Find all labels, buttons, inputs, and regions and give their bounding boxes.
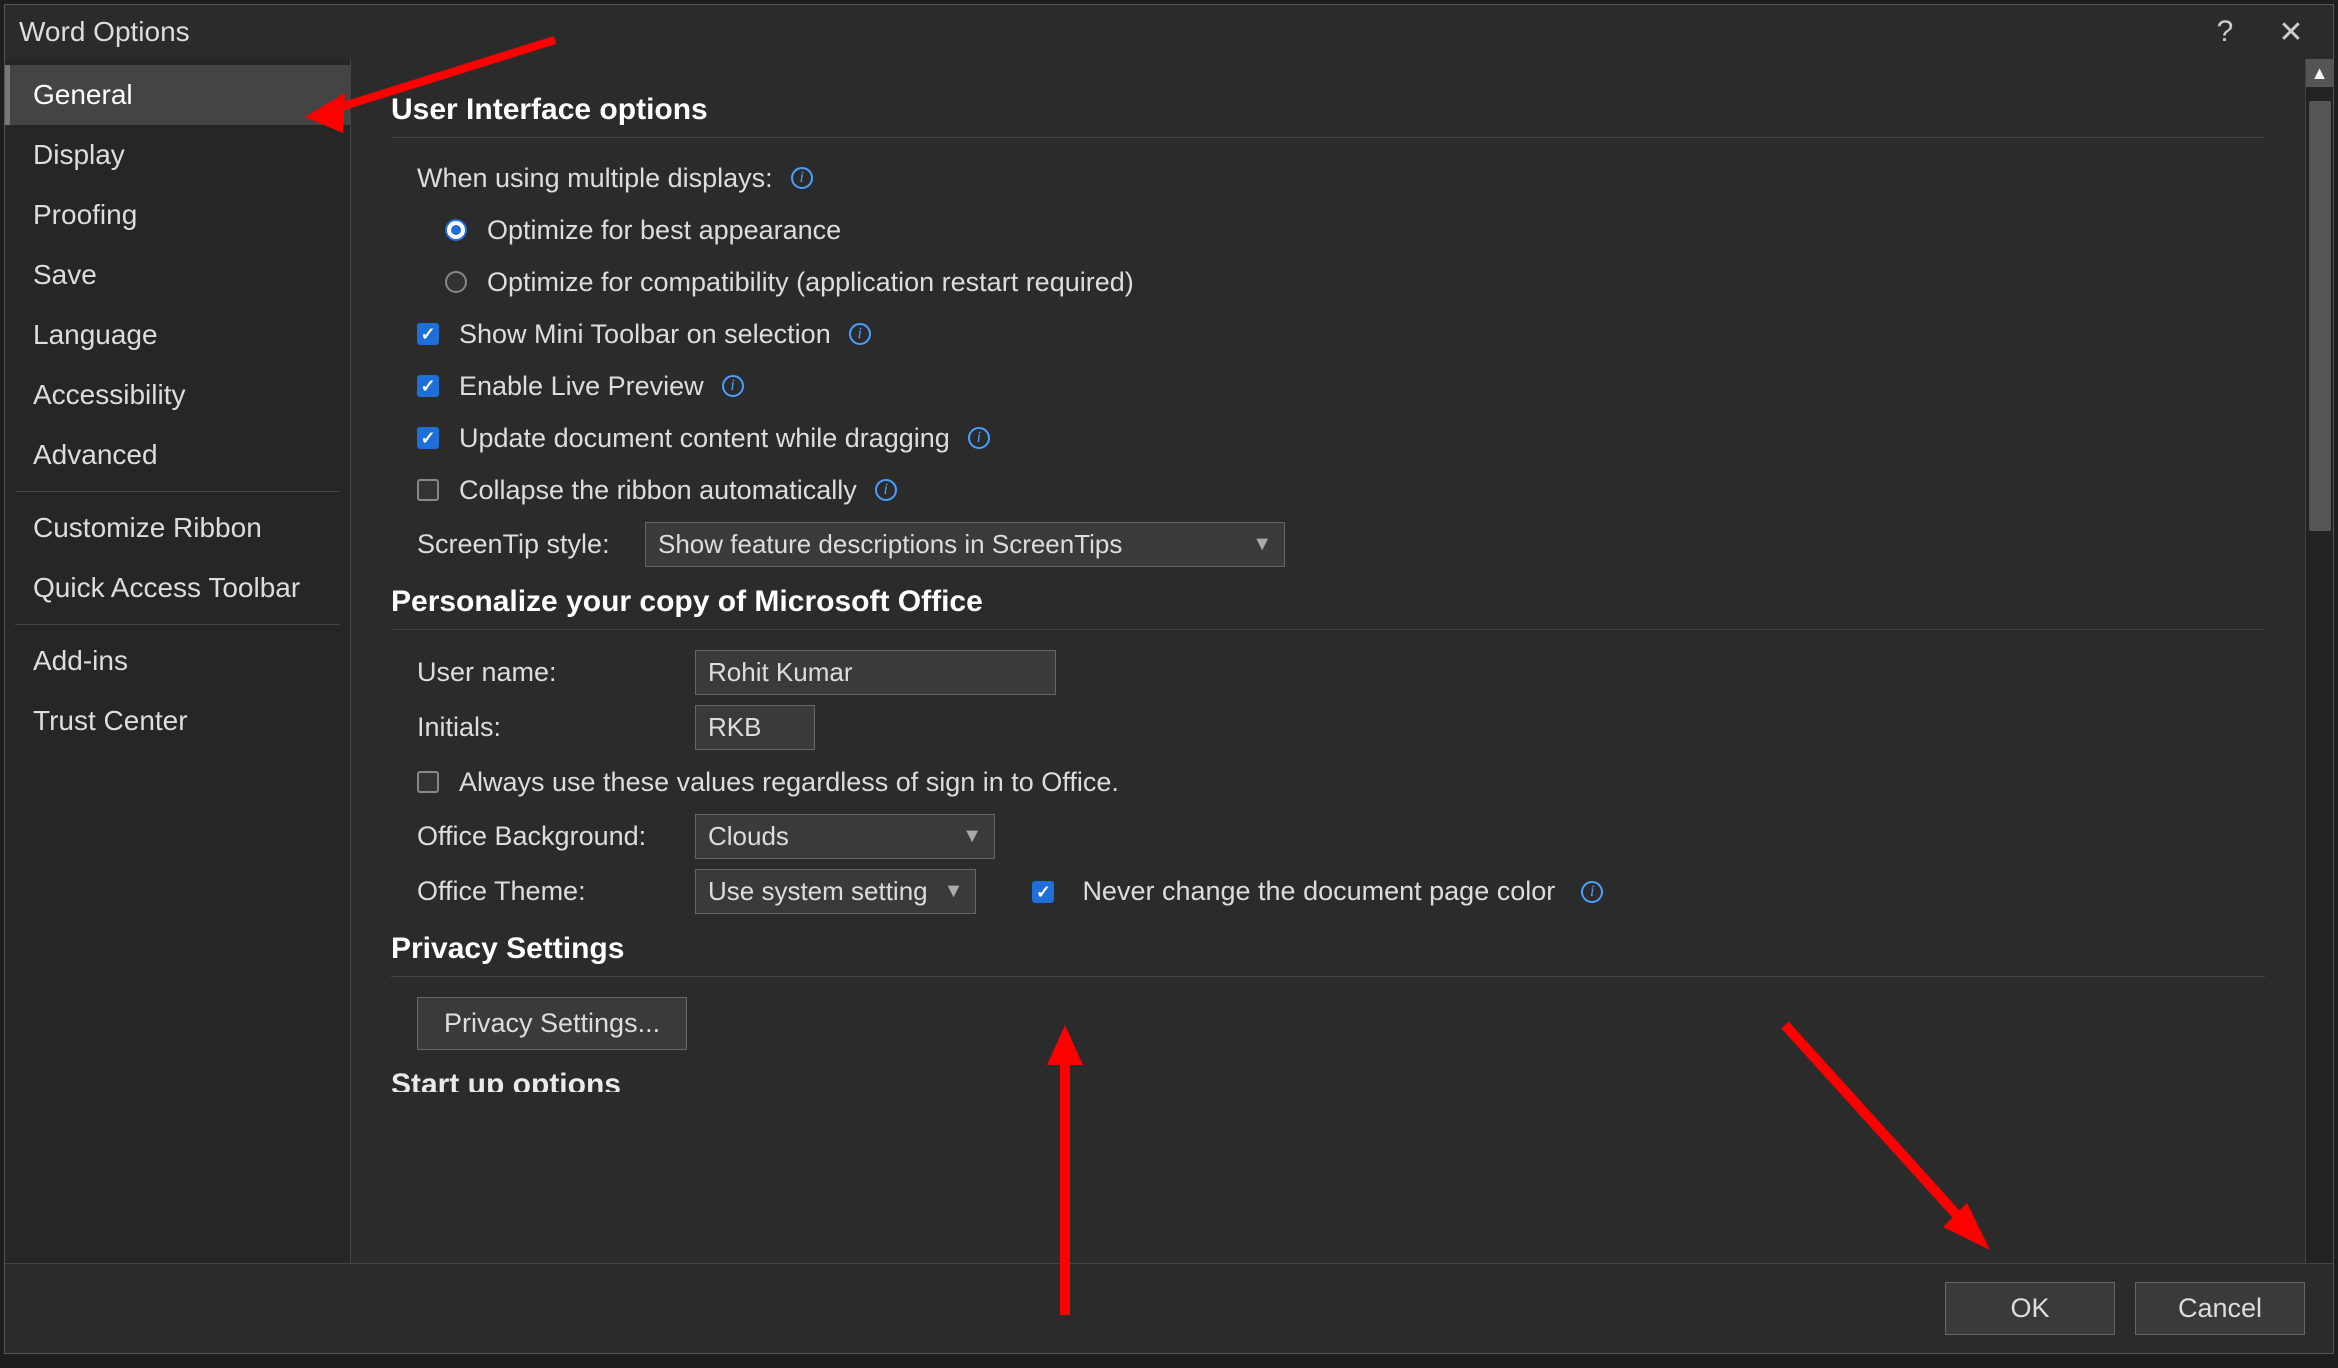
collapseribbon-label: Collapse the ribbon automatically	[459, 475, 857, 506]
sidebar-item-customize-ribbon[interactable]: Customize Ribbon	[5, 498, 350, 558]
always-label: Always use these values regardless of si…	[459, 767, 1119, 798]
info-icon[interactable]: i	[791, 167, 813, 189]
background-value: Clouds	[708, 821, 789, 852]
help-button[interactable]: ?	[2197, 11, 2253, 53]
checkbox-updatecontent[interactable]	[417, 427, 439, 449]
neverchange-label: Never change the document page color	[1082, 876, 1555, 907]
chevron-down-icon: ▼	[1252, 533, 1272, 556]
radio-compat-label: Optimize for compatibility (application …	[487, 267, 1134, 298]
username-input[interactable]	[695, 650, 1056, 695]
scroll-track[interactable]	[2306, 87, 2334, 1325]
info-icon[interactable]: i	[875, 479, 897, 501]
radio-appearance-label: Optimize for best appearance	[487, 215, 841, 246]
sidebar-item-advanced[interactable]: Advanced	[5, 425, 350, 485]
section-ui-heading: User Interface options	[391, 93, 2265, 138]
close-button[interactable]: ✕	[2263, 11, 2319, 53]
info-icon[interactable]: i	[1581, 881, 1603, 903]
options-sidebar: General Display Proofing Save Language A…	[5, 59, 351, 1353]
chevron-down-icon: ▼	[944, 880, 964, 903]
sidebar-item-proofing[interactable]: Proofing	[5, 185, 350, 245]
section-privacy-heading: Privacy Settings	[391, 932, 2265, 977]
section-personalize-heading: Personalize your copy of Microsoft Offic…	[391, 585, 2265, 630]
radio-best-appearance[interactable]	[445, 219, 467, 241]
checkbox-livepreview[interactable]	[417, 375, 439, 397]
checkbox-minitoolbar[interactable]	[417, 323, 439, 345]
sidebar-item-accessibility[interactable]: Accessibility	[5, 365, 350, 425]
sidebar-item-trustcenter[interactable]: Trust Center	[5, 691, 350, 751]
cancel-button[interactable]: Cancel	[2135, 1282, 2305, 1335]
theme-value: Use system setting	[708, 876, 928, 907]
checkbox-collapseribbon[interactable]	[417, 479, 439, 501]
multidisplay-label: When using multiple displays:	[417, 163, 773, 194]
sidebar-item-quick-access[interactable]: Quick Access Toolbar	[5, 558, 350, 618]
initials-label: Initials:	[417, 712, 677, 743]
section-startup-heading: Start up options	[391, 1068, 2265, 1092]
info-icon[interactable]: i	[849, 323, 871, 345]
dialog-title: Word Options	[19, 16, 190, 48]
sidebar-item-language[interactable]: Language	[5, 305, 350, 365]
dropdown-office-background[interactable]: Clouds ▼	[695, 814, 995, 859]
screentip-label: ScreenTip style:	[417, 529, 627, 560]
chevron-down-icon: ▼	[962, 825, 982, 848]
radio-compatibility[interactable]	[445, 271, 467, 293]
word-options-dialog: Word Options ? ✕ General Display Proofin…	[4, 4, 2334, 1354]
sidebar-item-save[interactable]: Save	[5, 245, 350, 305]
options-content: User Interface options When using multip…	[351, 59, 2305, 1353]
checkbox-always-use[interactable]	[417, 771, 439, 793]
dropdown-screentip-style[interactable]: Show feature descriptions in ScreenTips …	[645, 522, 1285, 567]
sidebar-item-general[interactable]: General	[5, 65, 350, 125]
updatecontent-label: Update document content while dragging	[459, 423, 950, 454]
sidebar-item-display[interactable]: Display	[5, 125, 350, 185]
privacy-settings-button[interactable]: Privacy Settings...	[417, 997, 687, 1050]
vertical-scrollbar[interactable]: ▲ ▼	[2305, 59, 2333, 1353]
scroll-up-arrow[interactable]: ▲	[2306, 59, 2334, 87]
username-label: User name:	[417, 657, 677, 688]
screentip-value: Show feature descriptions in ScreenTips	[658, 529, 1122, 560]
info-icon[interactable]: i	[722, 375, 744, 397]
initials-input[interactable]	[695, 705, 815, 750]
sidebar-item-addins[interactable]: Add-ins	[5, 631, 350, 691]
minitoolbar-label: Show Mini Toolbar on selection	[459, 319, 831, 350]
titlebar: Word Options ? ✕	[5, 5, 2333, 59]
scroll-thumb[interactable]	[2309, 101, 2331, 531]
background-label: Office Background:	[417, 821, 677, 852]
info-icon[interactable]: i	[968, 427, 990, 449]
checkbox-never-change-pagecolor[interactable]	[1032, 881, 1054, 903]
ok-button[interactable]: OK	[1945, 1282, 2115, 1335]
dialog-footer: OK Cancel	[5, 1263, 2333, 1353]
livepreview-label: Enable Live Preview	[459, 371, 704, 402]
theme-label: Office Theme:	[417, 876, 677, 907]
dropdown-office-theme[interactable]: Use system setting ▼	[695, 869, 976, 914]
